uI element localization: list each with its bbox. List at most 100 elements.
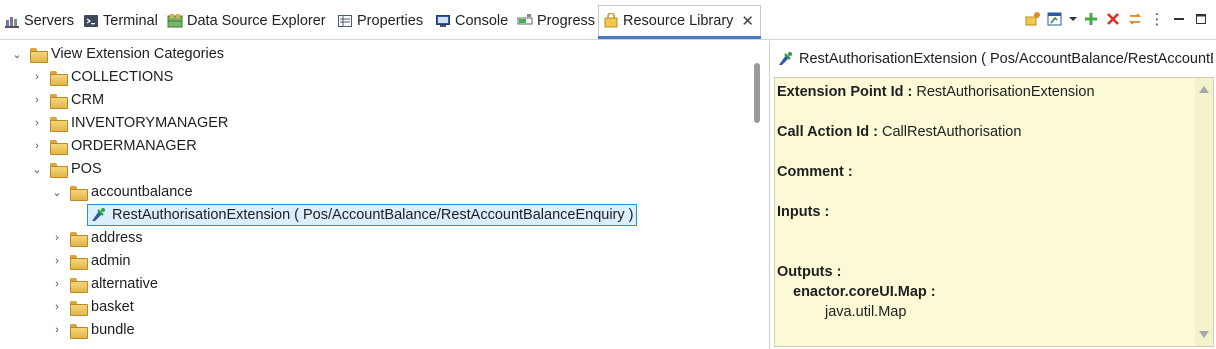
chevron-right-icon[interactable]: ›	[50, 278, 64, 290]
tree-item-label: POS	[71, 161, 102, 177]
chevron-right-icon[interactable]: ›	[50, 232, 64, 244]
tab-label: Properties	[357, 13, 424, 29]
resource-library-icon	[603, 12, 619, 29]
tab-label: Progress	[537, 13, 596, 29]
call-action-row: Call Action Id : CallRestAuthorisation	[777, 124, 1021, 140]
tree-item-pos[interactable]: ⌄ POS	[30, 158, 102, 180]
chevron-right-icon[interactable]: ›	[30, 117, 44, 129]
editor-view-icon[interactable]	[1044, 8, 1066, 30]
chevron-down-icon[interactable]: ⌄	[30, 163, 44, 176]
tab-label: Servers	[24, 13, 74, 29]
extension-point-label: Extension Point Id :	[777, 84, 913, 100]
folder-open-icon	[70, 185, 88, 201]
chevron-right-icon[interactable]: ›	[30, 94, 44, 106]
comment-row: Comment :	[777, 164, 853, 180]
call-action-value: CallRestAuthorisation	[882, 124, 1022, 140]
terminal-icon	[83, 13, 99, 29]
tab-terminal[interactable]: Terminal	[83, 7, 158, 35]
tree-scrollbar[interactable]	[754, 63, 760, 123]
chevron-right-icon[interactable]: ›	[50, 255, 64, 267]
extension-point-value: RestAuthorisationExtension	[916, 84, 1095, 100]
tab-label: Terminal	[103, 13, 158, 29]
chevron-down-icon[interactable]	[1066, 8, 1080, 30]
scroll-up-icon[interactable]	[1199, 86, 1209, 93]
console-icon	[435, 13, 451, 29]
tree-item-address[interactable]: › address	[50, 227, 143, 249]
chevron-right-icon[interactable]: ›	[50, 324, 64, 336]
tree-item-inventorymanager[interactable]: › INVENTORYMANAGER	[30, 112, 228, 134]
view-tab-bar: Servers Terminal Data Source Explorer Pr…	[0, 0, 1216, 40]
add-icon[interactable]	[1080, 8, 1102, 30]
link-with-editor-icon[interactable]	[1022, 8, 1044, 30]
detail-scrollbar[interactable]	[1195, 78, 1213, 346]
chevron-right-icon[interactable]: ›	[30, 140, 44, 152]
tab-label: Console	[455, 13, 509, 29]
comment-label: Comment :	[777, 164, 853, 180]
tree-item-label: accountbalance	[91, 184, 193, 200]
tree-item-collections[interactable]: › COLLECTIONS	[30, 66, 173, 88]
tree-item-ordermanager[interactable]: › ORDERMANAGER	[30, 135, 197, 157]
chevron-down-icon[interactable]: ⌄	[50, 186, 64, 199]
remove-icon[interactable]	[1102, 8, 1124, 30]
tree-item-crm[interactable]: › CRM	[30, 89, 104, 111]
folder-open-icon	[30, 47, 48, 63]
tree-item-admin[interactable]: › admin	[50, 250, 131, 272]
chevron-down-icon[interactable]: ⌄	[10, 48, 24, 61]
tab-console[interactable]: Console	[435, 7, 508, 35]
tree-item-label: bundle	[91, 322, 135, 338]
detail-header-label: RestAuthorisationExtension ( Pos/Account…	[799, 51, 1213, 67]
tree-item-label: RestAuthorisationExtension ( Pos/Account…	[112, 207, 634, 223]
folder-icon	[70, 254, 88, 270]
inputs-row: Inputs :	[777, 204, 829, 220]
folder-icon	[70, 231, 88, 247]
tree-item-label: CRM	[71, 92, 105, 108]
outputs-label: Outputs :	[777, 264, 842, 280]
detail-header: RestAuthorisationExtension ( Pos/Account…	[777, 47, 1213, 71]
chevron-right-icon[interactable]: ›	[30, 71, 44, 83]
tree-item-label: admin	[91, 253, 131, 269]
extension-tree-panel: ⌄ View Extension Categories › COLLECTION…	[0, 41, 770, 349]
call-action-label: Call Action Id :	[777, 124, 878, 140]
tree-root-label: View Extension Categories	[51, 46, 225, 62]
tree-item-label: basket	[91, 299, 134, 315]
output-key-row: enactor.coreUI.Map :	[793, 284, 936, 300]
maximize-icon[interactable]	[1190, 8, 1212, 30]
tab-properties[interactable]: Properties	[337, 7, 423, 35]
progress-icon	[517, 13, 533, 29]
tab-label: Resource Library	[623, 13, 734, 29]
tab-label: Data Source Explorer	[187, 13, 326, 29]
folder-icon	[50, 70, 68, 86]
tree-item-bundle[interactable]: › bundle	[50, 319, 135, 341]
output-key: enactor.coreUI.Map :	[793, 284, 936, 300]
extension-detail-panel: RestAuthorisationExtension ( Pos/Account…	[771, 41, 1216, 349]
tree-item-label: COLLECTIONS	[71, 69, 174, 85]
properties-icon	[337, 13, 353, 29]
tree-root[interactable]: ⌄ View Extension Categories	[10, 43, 224, 65]
tree-item-accountbalance[interactable]: ⌄ accountbalance	[50, 181, 193, 203]
tree-item-basket[interactable]: › basket	[50, 296, 134, 318]
chevron-right-icon[interactable]: ›	[50, 301, 64, 313]
output-type-row: java.util.Map	[825, 304, 906, 320]
tab-progress[interactable]: Progress	[517, 7, 595, 35]
outputs-row: Outputs :	[777, 264, 841, 280]
extension-point-row: Extension Point Id : RestAuthorisationEx…	[777, 84, 1095, 100]
tab-data-source-explorer[interactable]: Data Source Explorer	[167, 7, 326, 35]
extension-icon	[777, 51, 793, 67]
servers-icon	[4, 13, 20, 29]
tab-resource-library[interactable]: Resource Library ✕	[598, 5, 761, 39]
tree-item-label: address	[91, 230, 143, 246]
tree-item-alternative[interactable]: › alternative	[50, 273, 158, 295]
tree-item-label: ORDERMANAGER	[71, 138, 197, 154]
sync-icon[interactable]	[1124, 8, 1146, 30]
view-menu-icon[interactable]: ⋮	[1146, 8, 1168, 30]
inputs-label: Inputs :	[777, 204, 830, 220]
folder-icon	[70, 300, 88, 316]
tree-item-selected-extension[interactable]: RestAuthorisationExtension ( Pos/Account…	[87, 204, 638, 226]
folder-icon	[70, 323, 88, 339]
tab-servers[interactable]: Servers	[4, 7, 74, 35]
scroll-down-icon[interactable]	[1199, 331, 1209, 338]
close-icon[interactable]: ✕	[741, 12, 754, 30]
tree-item-label: INVENTORYMANAGER	[71, 115, 229, 131]
minimize-icon[interactable]	[1168, 8, 1190, 30]
extension-icon	[90, 207, 106, 223]
